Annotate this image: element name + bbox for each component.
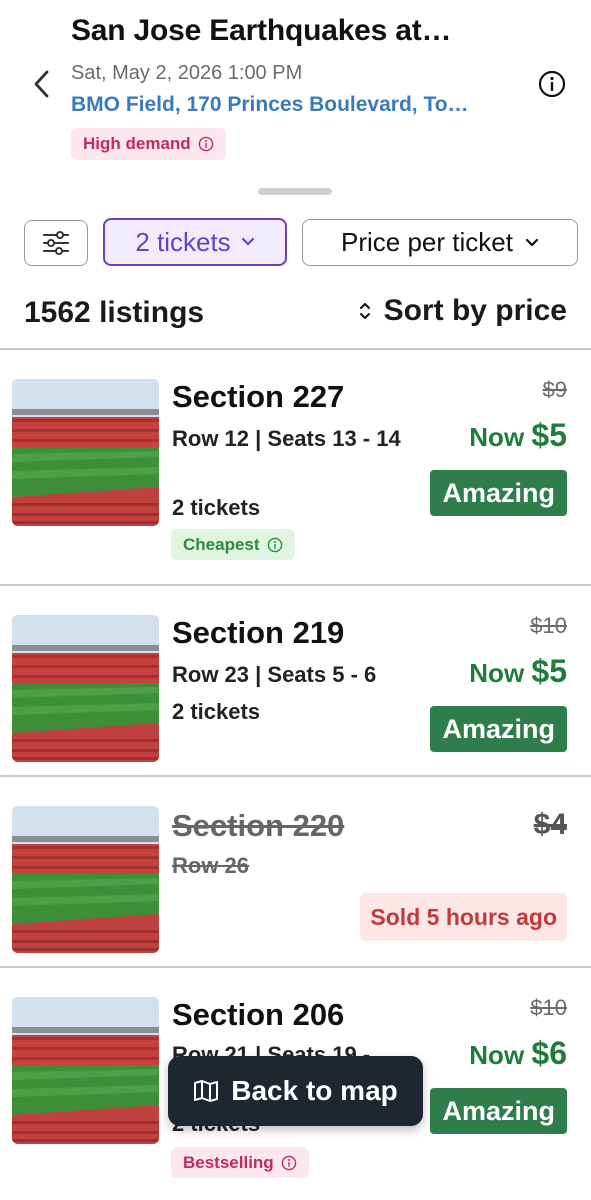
event-info-button[interactable]: [538, 70, 566, 98]
info-circle-icon: [198, 136, 213, 152]
listing-ticket-count: 2 tickets: [172, 699, 261, 724]
original-price: $9: [542, 377, 567, 402]
chevron-down-icon: [241, 237, 254, 246]
current-price: Now $5: [469, 653, 567, 690]
back-button[interactable]: [26, 64, 58, 104]
section-view-image: [12, 806, 159, 953]
original-price: $10: [530, 995, 567, 1020]
listing-section: Section 206: [172, 997, 345, 1032]
now-prefix: Now: [469, 658, 525, 688]
info-circle-icon: [267, 537, 282, 552]
listing-section: Section 227: [172, 379, 345, 414]
now-amount: $5: [531, 653, 567, 689]
listing-row-seats: Row 12 | Seats 13 - 14: [172, 426, 401, 451]
deal-rating-badge: Amazing: [430, 1088, 567, 1134]
high-demand-badge[interactable]: High demand: [71, 128, 226, 160]
sheet-grabber[interactable]: [258, 188, 332, 195]
tag-label: Cheapest: [183, 534, 260, 554]
event-header: San Jose Earthquakes at… Sat, May 2, 202…: [0, 0, 591, 170]
section-view-image: [12, 615, 159, 762]
sort-arrows-icon: [359, 303, 370, 319]
current-price: Now $5: [469, 417, 567, 454]
listing-card[interactable]: Section 227 Row 12 | Seats 13 - 14 2 tic…: [0, 349, 591, 584]
back-to-map-label: Back to map: [231, 1075, 398, 1106]
venue-link[interactable]: BMO Field, 170 Princes Boulevard, To…: [71, 93, 521, 117]
original-price: $10: [530, 613, 567, 638]
listing-count: 1562 listings: [24, 296, 205, 329]
now-prefix: Now: [469, 422, 525, 452]
deal-rating-badge: Amazing: [430, 470, 567, 516]
ticket-quantity-dropdown[interactable]: 2 tickets: [103, 218, 287, 266]
price-mode-dropdown[interactable]: Price per ticket: [302, 219, 578, 266]
listing-card[interactable]: Section 219 Row 23 | Seats 5 - 6 2 ticke…: [0, 585, 591, 775]
chevron-down-icon: [525, 238, 539, 246]
section-view-image: [12, 379, 159, 526]
listing-section: Section 219: [172, 615, 345, 650]
price-mode-label: Price per ticket: [341, 227, 513, 257]
now-amount: $5: [531, 417, 567, 453]
listing-ticket-count: 2 tickets: [172, 495, 261, 520]
chevron-left-icon: [34, 70, 49, 98]
listing-card-sold[interactable]: Section 220 Row 26 $4 Sold 5 hours ago: [0, 776, 591, 966]
listing-section: Section 220: [172, 808, 345, 843]
sort-label: Sort by price: [383, 294, 567, 327]
now-prefix: Now: [469, 1040, 525, 1070]
sort-button[interactable]: Sort by price: [358, 294, 567, 328]
tag-label: Bestselling: [183, 1152, 274, 1172]
info-circle-icon: [281, 1155, 297, 1170]
bestselling-tag[interactable]: Bestselling: [171, 1147, 309, 1178]
demand-label: High demand: [83, 134, 191, 153]
sliders-icon: [43, 231, 69, 255]
map-icon: [194, 1080, 219, 1102]
event-date: Sat, May 2, 2026 1:00 PM: [71, 62, 303, 84]
listing-row-seats: Row 23 | Seats 5 - 6: [172, 662, 377, 687]
event-title: San Jose Earthquakes at…: [71, 14, 452, 47]
section-view-image: [12, 997, 159, 1144]
current-price: Now $6: [469, 1035, 567, 1072]
ticket-quantity-label: 2 tickets: [135, 226, 231, 257]
sold-status-badge: Sold 5 hours ago: [360, 893, 567, 941]
cheapest-tag[interactable]: Cheapest: [171, 529, 295, 560]
original-price: $4: [533, 808, 567, 841]
info-circle-icon: [538, 70, 566, 98]
now-amount: $6: [531, 1035, 567, 1071]
listing-row-seats: Row 26: [172, 853, 250, 878]
filters-button[interactable]: [24, 220, 88, 266]
deal-rating-badge: Amazing: [430, 706, 567, 752]
back-to-map-button[interactable]: Back to map: [168, 1056, 423, 1126]
